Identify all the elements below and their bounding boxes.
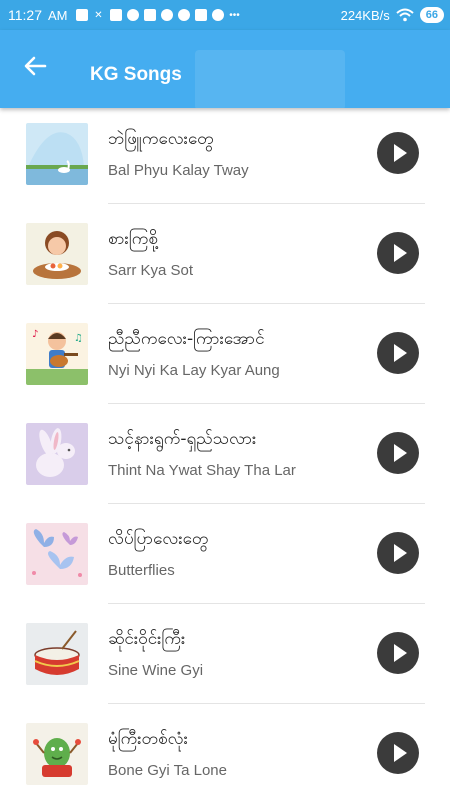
facebook-icon (177, 9, 190, 21)
list-item[interactable]: ♪ ♫ ညီညီကလေး-ကြားအောင် Nyi Nyi Ka Lay Ky… (0, 304, 450, 404)
status-bar: 11:27 AM ✕ ••• 224KB/s 66 (0, 0, 450, 30)
play-button[interactable] (377, 332, 419, 374)
song-title-myanmar: သင့်နားရွက်-ရှည်သလား (108, 429, 257, 449)
check-icon (160, 9, 173, 21)
song-title-english: Thint Na Ywat Shay Tha Lar (108, 462, 296, 479)
list-item[interactable]: လိပ်ပြာလေးတွေ Butterflies (0, 504, 450, 604)
app-bar: KG Songs (0, 30, 450, 108)
song-title-english: Bone Gyi Ta Lone (108, 762, 227, 779)
wifi-icon (396, 8, 414, 22)
close-icon: ✕ (94, 9, 103, 21)
network-speed: 224KB/s (340, 7, 390, 23)
svg-text:♪: ♪ (32, 329, 38, 340)
notification-icons: ✕ ••• (75, 9, 241, 21)
play-button[interactable] (377, 432, 419, 474)
play-store-icon (109, 9, 122, 21)
battery-icon: 66 (419, 7, 444, 23)
status-time: 11:27 (8, 7, 42, 23)
rabbit-thumbnail (26, 423, 88, 485)
play-button[interactable] (377, 132, 419, 174)
app-bar-background-art (195, 50, 345, 108)
upload-icon (75, 9, 88, 21)
svg-text:♫: ♫ (74, 333, 83, 344)
dots-icon: ••• (229, 9, 240, 21)
song-title-english: Sine Wine Gyi (108, 662, 204, 679)
list-item[interactable]: စားကြစို့ Sarr Kya Sot (0, 204, 450, 304)
drum-thumbnail (26, 623, 88, 685)
butterflies-thumbnail (26, 523, 88, 585)
list-item[interactable]: သင့်နားရွက်-ရှည်သလား Thint Na Ywat Shay … (0, 404, 450, 504)
swan-pond-thumbnail (26, 123, 88, 185)
list-item[interactable]: ဘဲဖြူကလေးတွေ Bal Phyu Kalay Tway (0, 104, 450, 204)
song-title-myanmar: လိပ်ပြာလေးတွေ (108, 529, 209, 549)
monster-drum-thumbnail (26, 723, 88, 785)
song-title-myanmar: စားကြစို့ (108, 229, 158, 249)
gamepad-icon (143, 9, 156, 21)
boy-guitar-thumbnail: ♪ ♫ (26, 323, 88, 385)
play-button[interactable] (377, 232, 419, 274)
play-button[interactable] (377, 632, 419, 674)
song-title-english: Bal Phyu Kalay Tway (108, 162, 249, 179)
girl-eating-thumbnail (26, 223, 88, 285)
list-item[interactable]: မုံကြီးတစ်လုံး Bone Gyi Ta Lone (0, 704, 450, 804)
play-button[interactable] (377, 732, 419, 774)
song-title-english: Butterflies (108, 562, 175, 579)
song-title-english: Sarr Kya Sot (108, 262, 194, 279)
song-title-myanmar: ဆိုင်းဝိုင်းကြီး (108, 629, 186, 649)
song-title-myanmar: ညီညီကလေး-ကြားအောင် (108, 329, 265, 349)
song-title-english: Nyi Nyi Ka Lay Kyar Aung (108, 362, 280, 379)
app-icon (194, 9, 207, 21)
page-title: KG Songs (90, 64, 182, 85)
play-button[interactable] (377, 532, 419, 574)
bubble-icon (126, 9, 139, 21)
song-list: ဘဲဖြူကလေးတွေ Bal Phyu Kalay Tway စားကြစိ… (0, 104, 450, 804)
list-item[interactable]: ဆိုင်းဝိုင်းကြီး Sine Wine Gyi (0, 604, 450, 704)
song-title-myanmar: ဘဲဖြူကလေးတွေ (108, 129, 214, 149)
status-ampm: AM (48, 7, 68, 23)
song-title-myanmar: မုံကြီးတစ်လုံး (108, 729, 188, 749)
arrow-left-icon[interactable] (22, 52, 50, 80)
vpn-icon (211, 9, 224, 21)
